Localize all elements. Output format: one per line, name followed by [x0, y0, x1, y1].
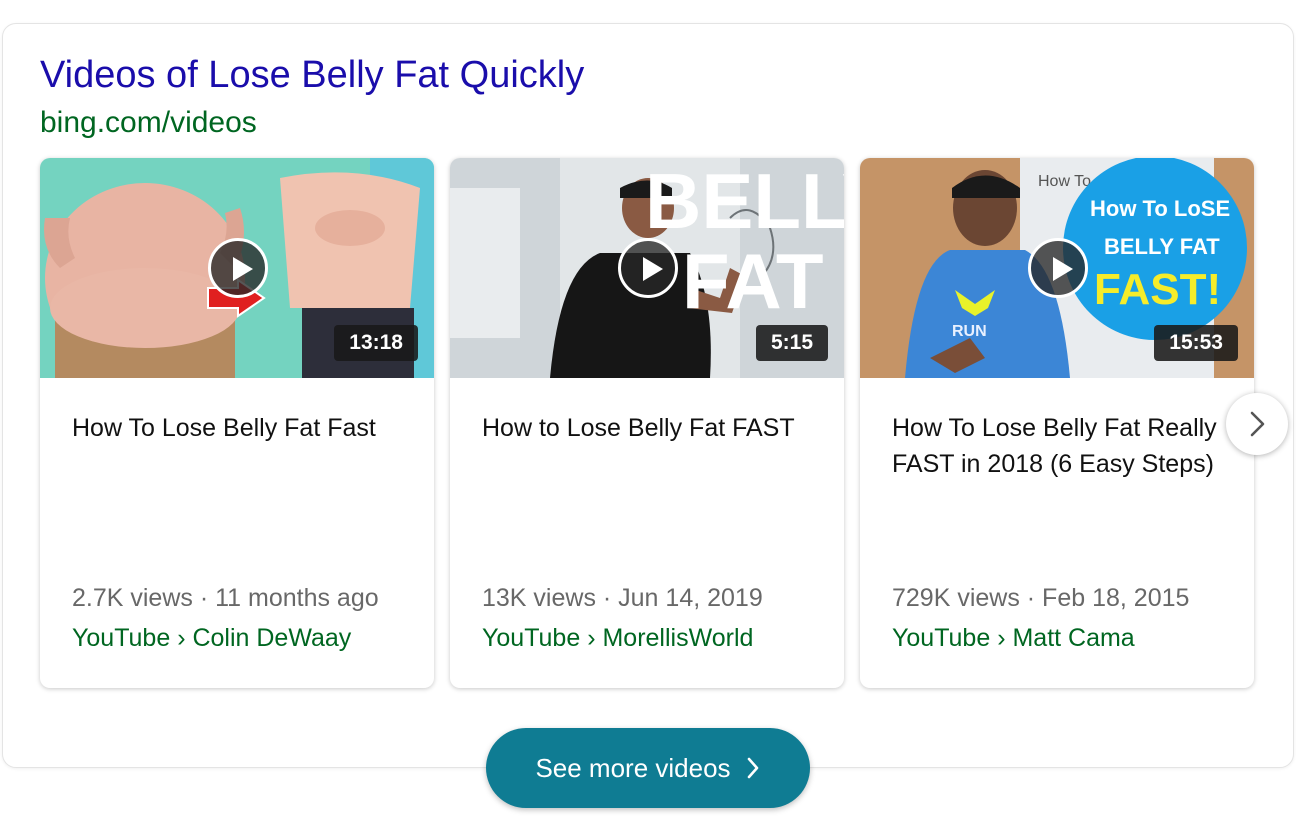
play-icon[interactable]	[618, 238, 678, 298]
video-title[interactable]: How to Lose Belly Fat FAST	[482, 410, 822, 446]
video-card[interactable]: 13:18 How To Lose Belly Fat Fast 2.7K vi…	[40, 158, 434, 688]
thumbnail-text-bellyfat: BELLY FAT	[1104, 234, 1220, 259]
video-channel[interactable]: YouTube › Matt Cama	[892, 624, 1135, 653]
video-title[interactable]: How To Lose Belly Fat Fast	[72, 410, 412, 446]
video-duration: 13:18	[334, 325, 418, 361]
video-title[interactable]: How To Lose Belly Fat Really FAST in 201…	[892, 410, 1232, 482]
thumbnail-text-fast: FAST!	[1094, 265, 1221, 314]
thumbnail-text-shirt: RUN	[952, 323, 987, 340]
video-meta: 13K views · Jun 14, 2019	[482, 584, 763, 612]
video-channel[interactable]: YouTube › Colin DeWaay	[72, 624, 351, 653]
video-card[interactable]: How To How To LoSE BELLY FAT FAST! RUN 1…	[860, 158, 1254, 688]
video-channel[interactable]: YouTube › MorellisWorld	[482, 624, 753, 653]
see-more-videos-button[interactable]: See more videos	[486, 728, 810, 808]
thumbnail-text-board: How To	[1038, 173, 1091, 190]
chevron-right-icon	[747, 757, 758, 779]
thumbnail-text-howto: How To LoSE	[1090, 196, 1230, 221]
chevron-right-icon	[1250, 411, 1265, 437]
source-url[interactable]: bing.com/videos	[40, 106, 257, 140]
video-duration: 5:15	[755, 325, 828, 361]
video-meta: 729K views · Feb 18, 2015	[892, 584, 1190, 612]
video-thumbnail[interactable]: BELLY FAT 5:15	[450, 158, 844, 378]
video-meta: 2.7K views · 11 months ago	[72, 584, 379, 612]
video-thumbnail[interactable]: How To How To LoSE BELLY FAT FAST! RUN 1…	[860, 158, 1254, 378]
video-thumbnail[interactable]: 13:18	[40, 158, 434, 378]
video-duration: 15:53	[1154, 325, 1238, 361]
thumbnail-text-fat: FAT	[682, 237, 824, 325]
carousel-next-button[interactable]	[1226, 393, 1288, 455]
play-icon[interactable]	[208, 238, 268, 298]
video-card[interactable]: BELLY FAT 5:15 How to Lose Belly Fat FAS…	[450, 158, 844, 688]
play-icon[interactable]	[1028, 238, 1088, 298]
see-more-label: See more videos	[535, 752, 731, 783]
videos-section-title[interactable]: Videos of Lose Belly Fat Quickly	[40, 54, 584, 97]
thumbnail-text-belly: BELLY	[645, 158, 844, 245]
